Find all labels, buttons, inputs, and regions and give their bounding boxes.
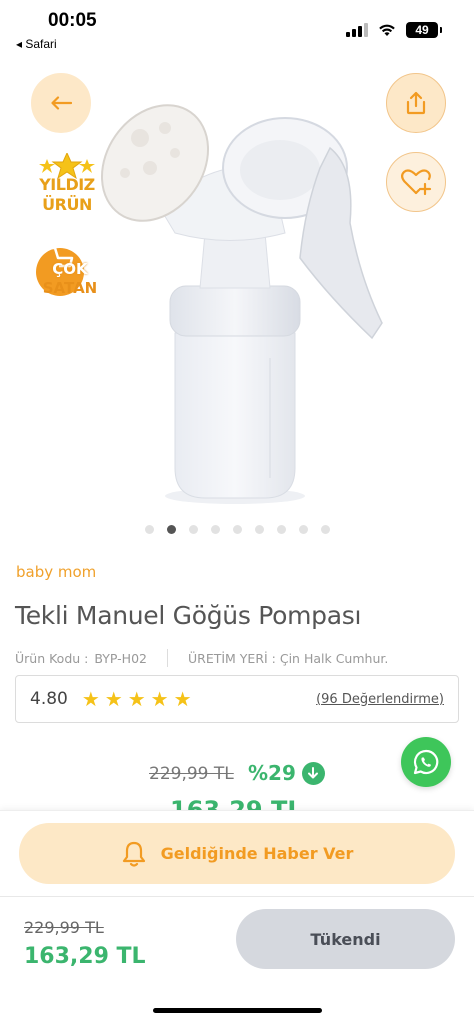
whatsapp-button[interactable] [401,737,451,787]
best-seller-line1: ÇOK [52,260,88,278]
discount-badge: %29 [248,761,325,785]
back-arrow-icon [51,96,72,110]
carousel-dot[interactable] [166,525,176,534]
star-icon: ★ [173,687,192,711]
carousel-dot[interactable] [298,525,308,534]
brand-name[interactable]: baby mom [16,563,96,581]
carousel-dot[interactable] [144,525,154,534]
status-bar: 00:05 ◂ Safari 49 [0,0,474,58]
status-time: 00:05 [48,10,97,31]
battery-icon: 49 [406,22,442,38]
product-origin: ÜRETİM YERİ : Çin Halk Cumhur. [187,650,389,666]
rating-value: 4.80 [30,689,68,709]
cellular-signal-icon [346,23,368,37]
back-button[interactable] [31,73,91,133]
back-to-safari-link[interactable]: ◂ Safari [16,37,57,51]
star-badge-line1: YILDIZ [39,175,95,194]
wifi-icon [379,24,395,36]
star-product-badge: YILDIZ ÜRÜN [30,151,104,225]
add-to-favorites-button[interactable] [386,152,446,212]
carousel-dot[interactable] [254,525,264,534]
product-code-value: BYP-H02 [94,650,147,666]
product-image-gallery[interactable]: YILDIZ ÜRÜN ÇOK SATAN [0,58,474,520]
star-icon: ★ [150,687,169,711]
star-icon: ★ [104,687,123,711]
home-indicator[interactable] [153,1008,322,1013]
best-seller-badge: ÇOK SATAN [34,238,106,310]
discount-percent: %29 [248,761,296,785]
new-price: 163,29 TL [170,796,303,810]
reviews-link[interactable]: (96 Değerlendirme) [316,692,444,707]
down-arrow-icon [301,761,325,785]
carousel-dot[interactable] [188,525,198,534]
share-button[interactable] [386,73,446,133]
star-badge-line2: ÜRÜN [42,195,92,214]
status-icons: 49 [346,22,442,38]
bottom-new-price: 163,29 TL [24,944,146,969]
carousel-dot[interactable] [232,525,242,534]
old-price: 229,99 TL [149,764,234,784]
whatsapp-icon [413,749,439,775]
rating-summary[interactable]: 4.80 ★ ★ ★ ★ ★ (96 Değerlendirme) [15,675,459,723]
bell-icon [122,841,145,867]
product-code-label: Ürün Kodu : [15,650,89,666]
notify-when-available-button[interactable]: Geldiğinde Haber Ver [19,823,455,884]
carousel-dot[interactable] [276,525,286,534]
bottom-old-price: 229,99 TL [24,918,104,937]
product-title: Tekli Manuel Göğüs Pompası [15,601,362,630]
star-icon: ★ [127,687,146,711]
carousel-indicator[interactable] [0,525,474,534]
share-icon [406,91,426,115]
product-meta: Ürün Kodu : BYP-H02 ÜRETİM YERİ : Çin Ha… [15,649,388,667]
sold-out-button[interactable]: Tükendi [236,909,455,969]
carousel-dot[interactable] [210,525,220,534]
rating-stars: ★ ★ ★ ★ ★ [82,689,192,709]
notify-button-label: Geldiğinde Haber Ver [160,844,354,863]
star-icon: ★ [81,687,100,711]
meta-divider [166,649,168,667]
new-price-partial: 163,29 TL [170,796,330,810]
carousel-dot[interactable] [320,525,330,534]
heart-plus-icon [401,169,432,196]
best-seller-line2: SATAN [42,279,98,297]
